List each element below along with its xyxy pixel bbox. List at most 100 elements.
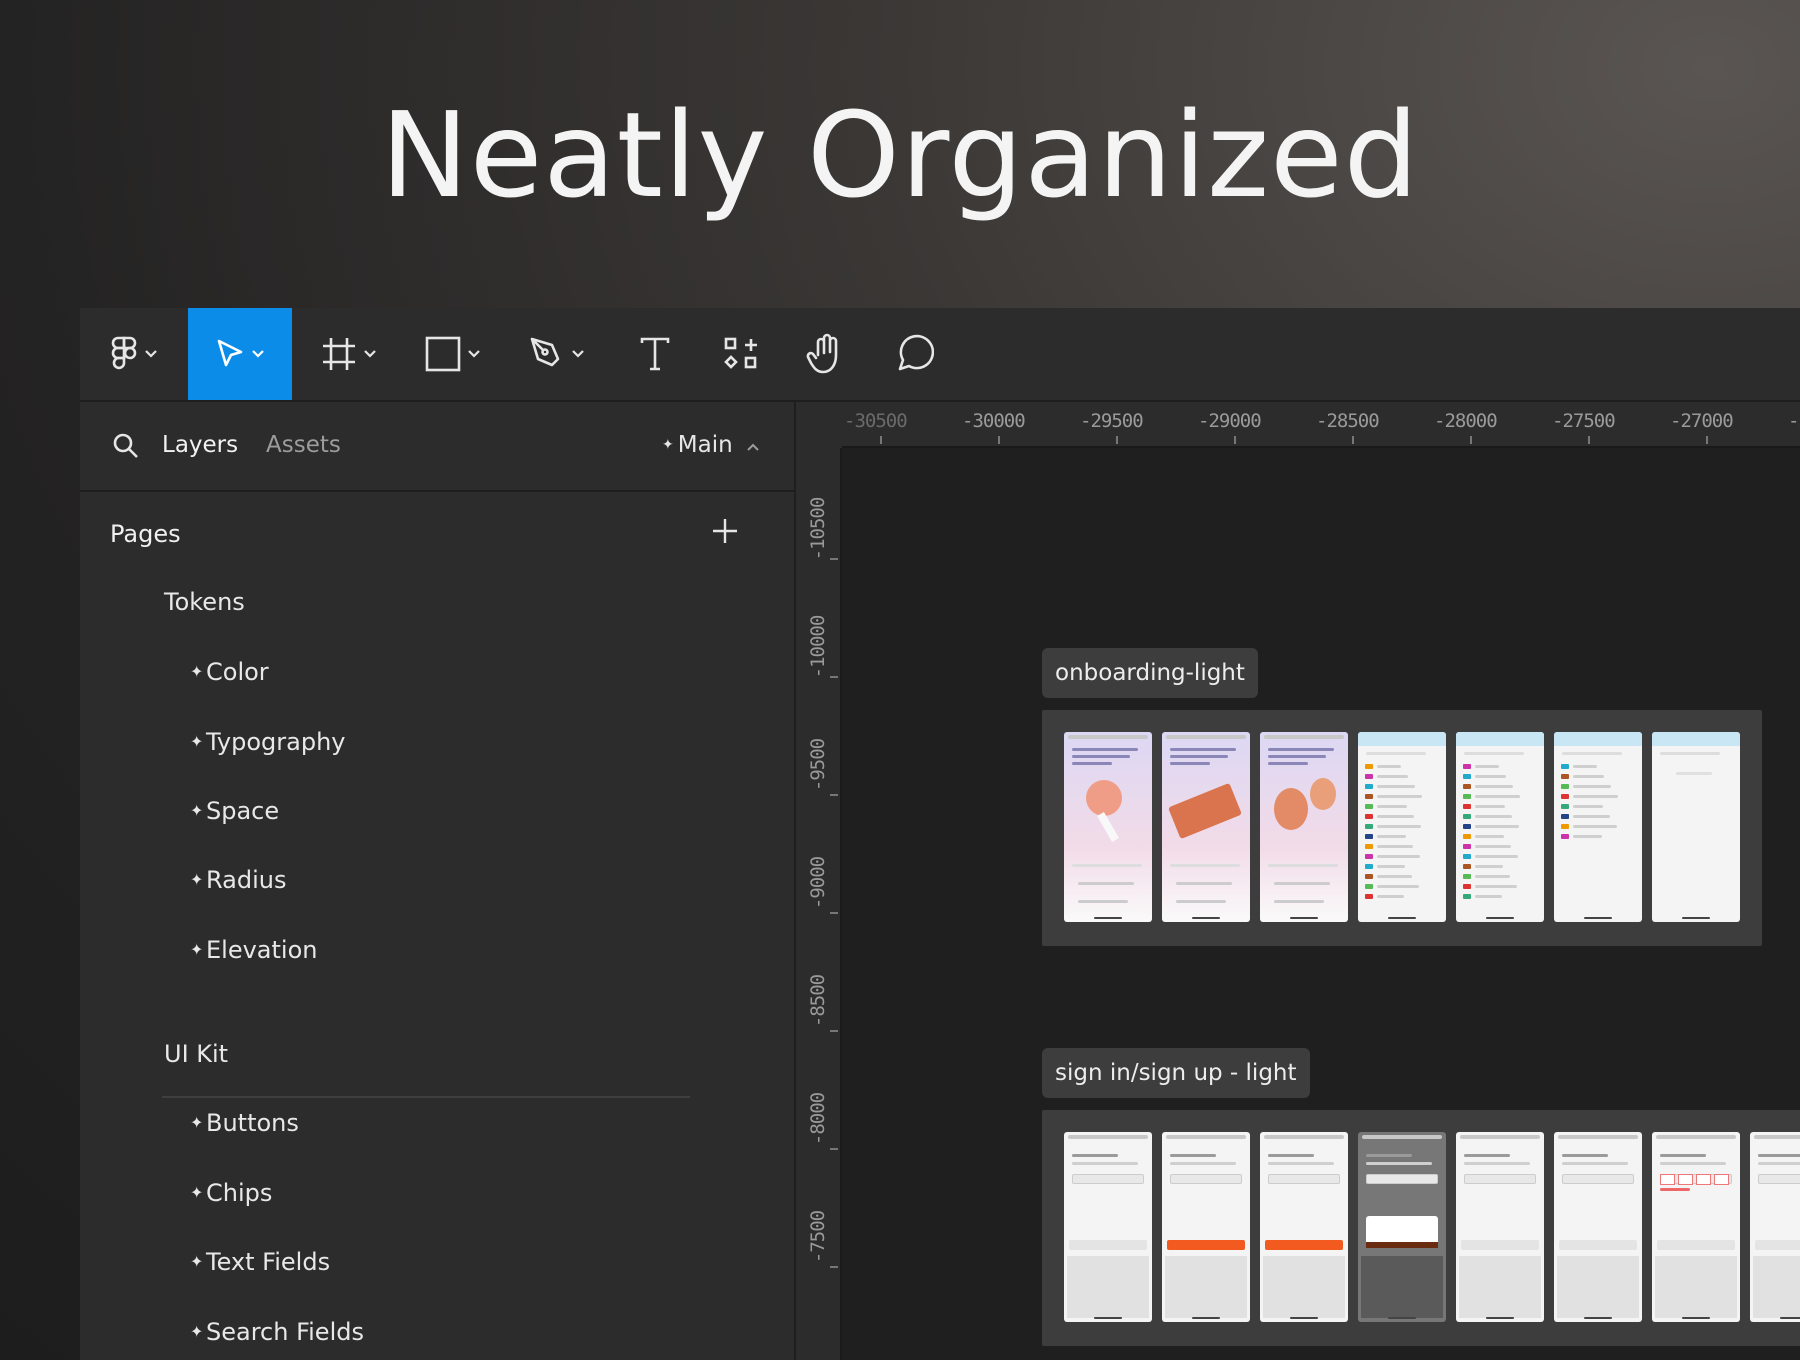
text-line [1072,748,1138,751]
screen-thumbnail[interactable] [1162,1132,1250,1322]
text-line [1464,1162,1530,1165]
text-line [1268,748,1334,751]
text-line [1377,835,1406,838]
text-line [1170,762,1210,765]
flag-icon [1365,824,1373,829]
screen-thumbnail[interactable] [1260,1132,1348,1322]
screen-thumbnail[interactable] [1750,1132,1800,1322]
text-line [1377,795,1422,798]
bullet-icon: ✦ [190,662,204,681]
flag-icon [1463,774,1471,779]
canvas[interactable]: onboarding-light sign in/sign up - light… [796,402,1800,1360]
title-line [1562,1154,1608,1157]
screen-thumbnail[interactable] [1358,1132,1446,1322]
status-bar [1068,1135,1148,1139]
page-item-color[interactable]: ✦ Color [190,658,269,686]
screen-thumbnail[interactable] [1554,1132,1642,1322]
pen-tool-button[interactable] [514,308,600,400]
page-item-space[interactable]: ✦ Space [190,797,279,825]
ruler-left-label: -8500 [807,974,829,1028]
page-switcher[interactable]: ✦ Main [662,432,760,458]
ruler-top-label: -30000 [962,410,1026,432]
flag-icon [1463,814,1471,819]
search-line [1464,752,1524,755]
page-section-ui-kit[interactable]: UI Kit [164,1040,228,1068]
header-band [1652,732,1740,746]
page-item-buttons[interactable]: ✦ Buttons [190,1109,299,1137]
add-page-icon[interactable] [712,518,738,544]
page-item-elevation[interactable]: ✦ Elevation [190,936,317,964]
ruler-top [796,402,1800,448]
illustration-ticket [1168,782,1242,840]
page-item-typography[interactable]: ✦ Typography [190,728,346,756]
title-line [1464,1154,1510,1157]
text-line [1078,900,1128,903]
screen-thumbnail[interactable] [1064,732,1152,922]
screen-thumbnail[interactable] [1456,732,1544,922]
flag-icon [1561,794,1569,799]
hand-tool-button[interactable] [788,308,864,400]
status-bar [1166,735,1246,739]
screen-thumbnail[interactable] [1554,732,1642,922]
screen-thumbnail[interactable] [1064,1132,1152,1322]
text-line [1377,765,1401,768]
figma-menu-button[interactable] [96,308,172,400]
frame-tool-button[interactable] [306,308,392,400]
text-line [1274,882,1330,885]
tab-layers[interactable]: Layers [162,432,238,458]
text-line [1268,762,1308,765]
flag-icon [1463,874,1471,879]
ruler-left-label: -10500 [807,497,829,561]
header-band [1456,732,1544,746]
screen-thumbnail[interactable] [1456,1132,1544,1322]
screen-thumbnail[interactable] [1652,732,1740,922]
flag-icon [1365,764,1373,769]
screen-thumbnail[interactable] [1162,732,1250,922]
ruler-top-tick [1706,436,1708,444]
comment-tool-button[interactable] [876,308,952,400]
text-line [1475,815,1512,818]
bullet-icon: ✦ [190,1322,204,1341]
continue-button [1167,1240,1245,1250]
flag-icon [1463,784,1471,789]
bullet-icon: ✦ [190,940,204,959]
frame-onboarding-light[interactable] [1042,710,1762,946]
page-section-tokens[interactable]: Tokens [164,588,245,616]
text-tool-button[interactable] [620,308,690,400]
header-band [1554,732,1642,746]
ruler-top-label: -27000 [1670,410,1734,432]
text-line [1573,785,1611,788]
title-line [1268,1154,1314,1157]
text-line [1676,772,1712,775]
ruler-corner [796,402,842,448]
text-line [1475,895,1502,898]
screen-thumbnail[interactable] [1358,732,1446,922]
chevron-down-icon [364,350,376,358]
frame-label-sign-in-sign-up-light[interactable]: sign in/sign up - light [1042,1048,1310,1098]
input-field [1170,1174,1242,1184]
page-item-chips[interactable]: ✦ Chips [190,1179,272,1207]
shape-tool-button[interactable] [410,308,496,400]
page-item-text-fields[interactable]: ✦ Text Fields [190,1248,330,1276]
page-item-search-fields[interactable]: ✦ Search Fields [190,1318,364,1346]
text-line [1170,748,1236,751]
title-line [1170,1154,1216,1157]
frame-label-onboarding-light[interactable]: onboarding-light [1042,648,1258,698]
title-line [1072,1154,1118,1157]
status-bar [1656,1135,1736,1139]
ruler-top-label: -2 [1788,410,1800,432]
page-item-radius[interactable]: ✦ Radius [190,866,286,894]
screen-thumbnail[interactable] [1652,1132,1740,1322]
ruler-top-tick [998,436,1000,444]
screen-thumbnail[interactable] [1260,732,1348,922]
frame-sign-in-sign-up-light[interactable] [1042,1110,1800,1346]
resources-tool-button[interactable] [706,308,776,400]
bullet-icon: ✦ [190,1113,204,1132]
text-line [1176,900,1226,903]
text-line [1072,755,1130,758]
search-icon[interactable] [112,432,140,460]
text-line [1377,865,1405,868]
page-item-label: Search Fields [206,1318,364,1346]
tab-assets[interactable]: Assets [266,432,341,458]
move-tool-button[interactable] [188,308,292,400]
